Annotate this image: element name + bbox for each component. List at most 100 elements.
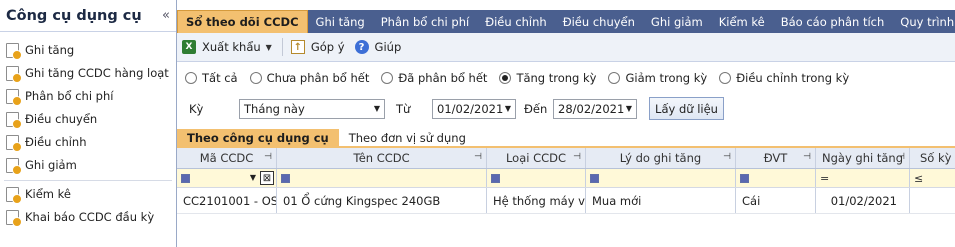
collapse-sidebar-icon[interactable]: «	[162, 8, 170, 23]
column-header-so-ky[interactable]: Số kỳ p	[910, 148, 955, 168]
module-tab-bar: Sổ theo dõi CCDC Ghi tăng Phân bổ chi ph…	[177, 10, 955, 33]
feedback-label: Góp ý	[310, 40, 345, 54]
radio-tang-trong-ky[interactable]: Tăng trong kỳ	[499, 71, 596, 85]
column-title: Tên CCDC	[353, 151, 410, 165]
filter-cell-ly-do[interactable]	[586, 169, 736, 187]
radio-circle-selected	[499, 72, 512, 84]
tab-kiem-ke[interactable]: Kiểm kê	[711, 10, 773, 33]
sidebar-item-dieu-chuyen[interactable]: Điều chuyển	[0, 109, 176, 129]
sidebar-item-khai-bao-dau-ky[interactable]: Khai báo CCDC đầu kỳ	[0, 207, 176, 227]
column-header-ly-do[interactable]: Lý do ghi tăng ⊣	[586, 148, 736, 168]
ccdc-grid: Mã CCDC ⊣ Tên CCDC ⊣ Loại CCDC ⊣ Lý do ghi …	[177, 148, 955, 247]
sidebar-item-label: Ghi tăng CCDC hàng loạt	[25, 66, 169, 80]
tab-dieu-chuyen[interactable]: Điều chuyển	[555, 10, 643, 33]
period-value: Tháng này	[244, 102, 305, 116]
filter-cell-dvt[interactable]	[736, 169, 816, 187]
column-header-ten-ccdc[interactable]: Tên CCDC ⊣	[277, 148, 487, 168]
radio-circle	[608, 72, 621, 84]
sidebar: Công cụ dụng cụ « Ghi tăng Ghi tăng CCDC…	[0, 0, 177, 247]
export-button[interactable]: X Xuất khẩu ▼	[182, 40, 272, 54]
filter-cell-loai-ccdc[interactable]	[487, 169, 586, 187]
grid-header: Mã CCDC ⊣ Tên CCDC ⊣ Loại CCDC ⊣ Lý do ghi …	[177, 148, 955, 169]
period-select[interactable]: Tháng này ▼	[239, 99, 385, 119]
tab-bao-cao-phan-tich[interactable]: Báo cáo phân tích	[773, 10, 893, 33]
upload-icon: ↑	[290, 40, 305, 54]
radio-label: Chưa phân bổ hết	[266, 71, 370, 85]
table-row[interactable]: CC2101001 - OS 01 Ổ cứng Kingspec 240GB …	[177, 188, 955, 214]
tab-quy-trinh[interactable]: Quy trình	[892, 10, 955, 33]
tab-ghi-giam[interactable]: Ghi giảm	[643, 10, 711, 33]
pin-icon[interactable]: ⊣	[803, 152, 811, 162]
tab-dieu-chinh[interactable]: Điều chỉnh	[477, 10, 555, 33]
radio-label: Giảm trong kỳ	[625, 71, 708, 85]
chevron-down-icon[interactable]: ▼	[250, 173, 256, 182]
grid-filter-row: ▼ ⊠ = ≤	[177, 169, 955, 188]
sidebar-item-ghi-tang-hang-loat[interactable]: Ghi tăng CCDC hàng loạt	[0, 63, 176, 83]
cell-ten-ccdc: 01 Ổ cứng Kingspec 240GB	[277, 188, 487, 213]
column-title: ĐVT	[763, 151, 788, 165]
radio-da-phan-bo-het[interactable]: Đã phân bổ hết	[381, 71, 487, 85]
sidebar-item-ghi-tang[interactable]: Ghi tăng	[0, 40, 176, 60]
filter-cell-so-ky[interactable]: ≤	[910, 169, 955, 187]
filter-mode-icon[interactable]	[491, 173, 500, 183]
from-date-field[interactable]: 01/02/2021 ▼	[432, 99, 516, 119]
radio-label: Điều chỉnh trong kỳ	[736, 71, 850, 85]
sidebar-item-phan-bo-chi-phi[interactable]: Phân bổ chi phí	[0, 86, 176, 106]
help-label: Giúp	[374, 40, 402, 54]
chevron-down-icon: ▼	[625, 104, 632, 113]
column-header-ma-ccdc[interactable]: Mã CCDC ⊣	[177, 148, 277, 168]
tab-so-theo-doi[interactable]: Sổ theo dõi CCDC	[177, 10, 308, 33]
sidebar-item-ghi-giam[interactable]: Ghi giảm	[0, 155, 176, 175]
pin-icon[interactable]: ⊣	[264, 152, 272, 162]
filter-cell-ngay[interactable]: =	[816, 169, 910, 187]
sidebar-item-label: Điều chỉnh	[25, 135, 87, 149]
subtab-by-unit[interactable]: Theo đơn vị sử dụng	[339, 129, 476, 146]
sidebar-divider	[4, 180, 172, 181]
radio-dieu-chinh-trong-ky[interactable]: Điều chỉnh trong kỳ	[719, 71, 849, 85]
filter-mode-icon[interactable]	[590, 173, 599, 183]
tab-ghi-tang[interactable]: Ghi tăng	[308, 10, 373, 33]
column-header-loai-ccdc[interactable]: Loại CCDC ⊣	[487, 148, 586, 168]
sidebar-header: Công cụ dụng cụ «	[0, 0, 176, 32]
filter-operator[interactable]: =	[820, 172, 829, 185]
radio-tat-ca[interactable]: Tất cả	[185, 71, 238, 85]
filter-cell-ma-ccdc[interactable]: ▼ ⊠	[177, 169, 277, 187]
filter-operator[interactable]: ≤	[914, 172, 923, 185]
sidebar-item-kiem-ke[interactable]: Kiểm kê	[0, 184, 176, 204]
filter-mode-icon[interactable]	[281, 173, 290, 183]
cell-ngay-ghi-tang: 01/02/2021	[816, 188, 910, 213]
sidebar-title: Công cụ dụng cụ	[6, 7, 142, 24]
radio-circle	[381, 72, 394, 84]
filter-mode-icon[interactable]	[181, 173, 190, 183]
document-icon	[6, 186, 22, 204]
filter-mode-icon[interactable]	[740, 173, 749, 183]
radio-chua-phan-bo-het[interactable]: Chưa phân bổ hết	[249, 71, 370, 85]
edit-filter-icon[interactable]: ⊠	[260, 171, 274, 185]
tab-phan-bo-chi-phi[interactable]: Phân bổ chi phí	[373, 10, 477, 33]
chevron-down-icon: ▼	[504, 104, 511, 113]
cell-loai-ccdc: Hệ thống máy vi tí	[487, 188, 586, 213]
document-icon	[6, 65, 22, 83]
feedback-button[interactable]: ↑ Góp ý	[290, 40, 345, 54]
chevron-down-icon[interactable]: ▼	[266, 43, 272, 52]
sidebar-item-label: Ghi giảm	[25, 158, 77, 172]
filter-cell-ten-ccdc[interactable]	[277, 169, 487, 187]
pin-icon[interactable]: ⊣	[897, 152, 905, 162]
column-header-dvt[interactable]: ĐVT ⊣	[736, 148, 816, 168]
help-button[interactable]: ? Giúp	[354, 40, 402, 54]
pin-icon[interactable]: ⊣	[474, 152, 482, 162]
fetch-data-button[interactable]: Lấy dữ liệu	[649, 97, 724, 120]
column-header-ngay-ghi-tang[interactable]: Ngày ghi tăng ⊣	[816, 148, 910, 168]
sidebar-item-dieu-chinh[interactable]: Điều chỉnh	[0, 132, 176, 152]
to-date-field[interactable]: 28/02/2021 ▼	[553, 99, 637, 119]
subtab-by-tool[interactable]: Theo công cụ dụng cụ	[177, 129, 339, 146]
cell-so-ky	[910, 188, 955, 213]
document-icon	[6, 134, 22, 152]
pin-icon[interactable]: ⊣	[573, 152, 581, 162]
radio-circle	[719, 72, 732, 84]
status-radio-group: Tất cả Chưa phân bổ hết Đã phân bổ hết T…	[185, 71, 861, 85]
pin-icon[interactable]: ⊣	[723, 152, 731, 162]
radio-giam-trong-ky[interactable]: Giảm trong kỳ	[608, 71, 707, 85]
radio-circle	[185, 72, 197, 84]
document-icon	[6, 111, 22, 129]
